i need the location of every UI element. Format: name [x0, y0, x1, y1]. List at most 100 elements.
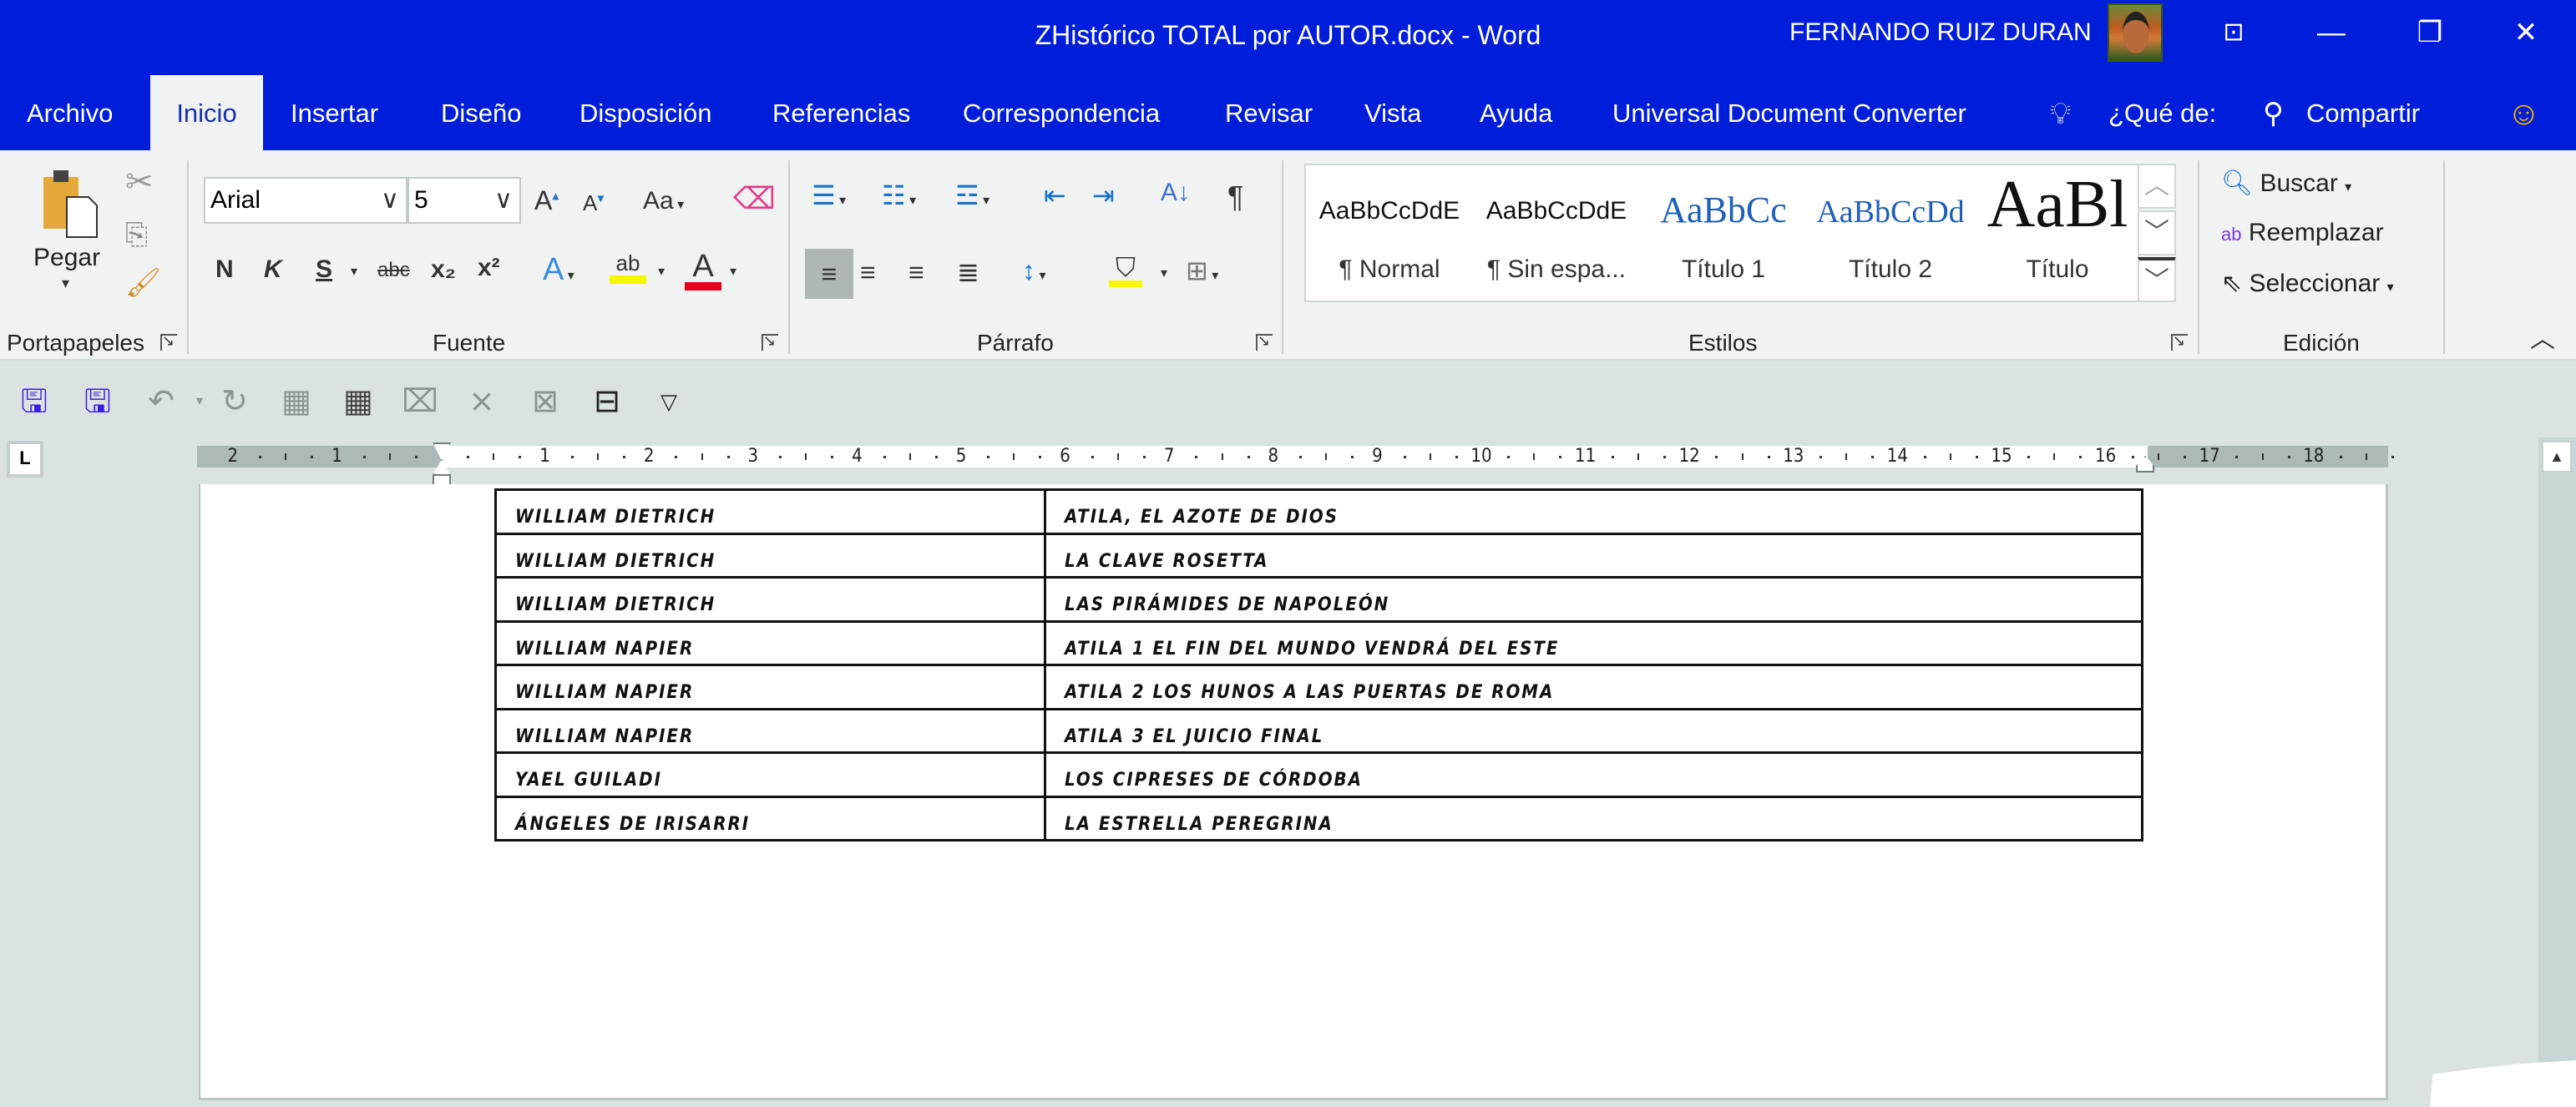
underline-dropdown-icon[interactable]: ▾ [351, 265, 357, 279]
superscript-button[interactable]: x² [478, 255, 500, 281]
author-cell[interactable]: William Dietrich [494, 488, 1046, 535]
tab-referencias[interactable]: Referencias [772, 75, 910, 150]
scroll-up-arrow-icon[interactable]: ▲ [2542, 441, 2572, 473]
align-center-button[interactable]: ≡ [860, 259, 876, 286]
author-cell[interactable]: Yael Guiladi [494, 751, 1046, 798]
cut-scissors-icon[interactable]: ✂ [125, 165, 154, 199]
restore-button[interactable]: ❐ [2405, 12, 2455, 53]
author-cell[interactable]: William Napier [494, 707, 1046, 754]
line-spacing-icon[interactable]: ↕ ▾ [1022, 257, 1045, 284]
tab-stop-selector[interactable]: L [7, 441, 43, 478]
horizontal-ruler[interactable]: 2 1 1 2 3 4 5 6 7 8 9 10 11 12 13 14 15 16 17 18 [197, 446, 2395, 468]
tab-insertar[interactable]: Insertar [291, 75, 378, 150]
font-launcher-icon[interactable] [762, 332, 778, 351]
minimize-button[interactable]: — [2306, 12, 2356, 53]
chevron-down-icon[interactable]: ∨ [494, 179, 513, 222]
clipboard-launcher-icon[interactable] [160, 332, 177, 351]
bold-button[interactable]: N [215, 257, 234, 282]
underline-button[interactable]: S [316, 257, 332, 282]
split-table-icon[interactable]: ⊟ [586, 381, 628, 422]
increase-indent-icon[interactable]: ⇥ [1092, 182, 1115, 209]
tab-inicio[interactable]: Inicio [150, 75, 263, 150]
paste-label[interactable]: Pegar [33, 244, 100, 272]
styles-launcher-icon[interactable] [2171, 332, 2188, 351]
bullets-icon[interactable]: ☰ ▾ [812, 182, 846, 209]
close-button[interactable]: ✕ [2501, 12, 2551, 53]
borders-icon[interactable]: ⊞ ▾ [1186, 257, 1218, 284]
paste-dropdown-icon[interactable]: ▾ [62, 275, 69, 291]
redo-icon[interactable]: ↻ [214, 381, 256, 422]
style-normal[interactable]: AaBbCcDdE ¶ Normal [1306, 165, 1473, 301]
style-sin-espaciado[interactable]: AaBbCcDdE ¶ Sin espa... [1473, 165, 1640, 301]
user-avatar[interactable] [2108, 3, 2163, 62]
highlight-dropdown-icon[interactable]: ▾ [658, 265, 665, 279]
subscript-button[interactable]: x₂ [431, 257, 456, 282]
align-left-button[interactable]: ≡ [805, 249, 853, 299]
ribbon-display-options-icon[interactable]: ⊡ [2209, 12, 2259, 53]
delete-table-icon[interactable]: ⊠ [524, 381, 566, 422]
author-cell[interactable]: William Dietrich [494, 532, 1046, 579]
title-cell[interactable]: La clave Rosetta [1044, 532, 2143, 579]
clear-formatting-eraser-icon[interactable]: ⌫ [733, 184, 776, 214]
insert-row-below-icon[interactable]: ▦ [276, 381, 317, 422]
style-titulo-1[interactable]: AaBbCc Título 1 [1640, 165, 1807, 301]
tab-disposicion[interactable]: Disposición [579, 75, 712, 150]
title-cell[interactable]: Las pirámides de Napoleón [1044, 576, 2143, 623]
text-effects-icon[interactable]: A ▾ [543, 254, 574, 286]
title-cell[interactable]: Atila 2 Los hunos a las puertas de Roma [1044, 664, 2143, 710]
tab-diseno[interactable]: Diseño [441, 75, 522, 150]
multilevel-list-icon[interactable]: ☲ ▾ [955, 182, 989, 209]
vertical-scrollbar[interactable]: ▲ [2538, 437, 2576, 1079]
grow-font-icon[interactable]: A▴ [534, 187, 559, 214]
justify-button[interactable]: ≣ [957, 259, 979, 286]
title-cell[interactable]: Los cipreses de Córdoba [1044, 751, 2143, 798]
title-cell[interactable]: Atila, el azote de Dios [1044, 488, 2143, 535]
styles-more-icon[interactable]: ﹀ [2138, 257, 2176, 302]
tab-vista[interactable]: Vista [1364, 75, 1421, 150]
chevron-down-icon[interactable]: ∨ [381, 179, 399, 222]
style-titulo[interactable]: AaBl Título [1974, 165, 2141, 301]
user-name[interactable]: FERNANDO RUIZ DURAN [1789, 18, 2092, 47]
lightbulb-icon[interactable]: 💡︎ [2050, 75, 2071, 150]
shading-dropdown-icon[interactable]: ▾ [1161, 267, 1167, 281]
tab-archivo[interactable]: Archivo [27, 75, 113, 150]
share-person-icon[interactable]: ⚲ [2263, 75, 2284, 150]
tab-ayuda[interactable]: Ayuda [1480, 75, 1552, 150]
find-button[interactable]: 🔍︎ Buscar ▾ [2221, 169, 2351, 198]
title-cell[interactable]: Atila 1 El fin del mundo vendrá del este [1044, 619, 2143, 666]
title-cell[interactable]: Atila 3 El juicio final [1044, 707, 2143, 754]
undo-icon[interactable]: ↶ [140, 381, 182, 422]
strikethrough-button[interactable]: abc [377, 260, 410, 281]
paragraph-launcher-icon[interactable] [1256, 332, 1273, 351]
copy-icon[interactable]: ⎘ [125, 220, 148, 249]
decrease-indent-icon[interactable]: ⇤ [1044, 182, 1066, 209]
tab-universal-document-converter[interactable]: Universal Document Converter [1612, 75, 1966, 150]
title-cell[interactable]: La estrella peregrina [1044, 795, 2143, 842]
smiley-feedback-icon[interactable]: ☺ [2507, 75, 2541, 150]
tab-revisar[interactable]: Revisar [1225, 75, 1313, 150]
shading-bucket-icon[interactable]: ⛉ [1109, 254, 1142, 287]
font-name-combo[interactable]: Arial ∨ [204, 177, 407, 224]
numbering-icon[interactable]: ☷ ▾ [882, 182, 916, 209]
tab-correspondencia[interactable]: Correspondencia [963, 75, 1160, 150]
font-color-dropdown-icon[interactable]: ▾ [730, 265, 736, 279]
save-as-icon[interactable]: 🖫 [77, 381, 119, 422]
replace-button[interactable]: ab Reemplazar [2221, 219, 2384, 247]
author-cell[interactable]: William Dietrich [494, 576, 1046, 623]
align-right-button[interactable]: ≡ [908, 259, 924, 286]
customize-qat-icon[interactable]: ▽ [648, 381, 690, 422]
show-formatting-pilcrow-icon[interactable]: ¶ [1227, 182, 1243, 212]
italic-button[interactable]: K [264, 257, 282, 282]
font-color-icon[interactable]: A [685, 250, 721, 291]
styles-scroll-down-icon[interactable]: ﹀ [2138, 210, 2176, 255]
share-button[interactable]: Compartir [2306, 75, 2420, 150]
style-titulo-2[interactable]: AaBbCcDd Título 2 [1807, 165, 1974, 301]
paste-clipboard-icon[interactable] [38, 169, 105, 240]
delete-row-icon[interactable]: ⨯ [461, 381, 503, 422]
select-button[interactable]: ⇖ Seleccionar ▾ [2221, 269, 2394, 298]
author-cell[interactable]: William Napier [494, 664, 1046, 710]
format-painter-icon[interactable]: 🖌︎ [125, 269, 161, 297]
author-cell[interactable]: Ángeles de Irisarri [494, 795, 1046, 842]
insert-row-above-icon[interactable]: ▦ [337, 381, 379, 422]
save-floppy-icon[interactable]: 🖫 [13, 381, 55, 422]
